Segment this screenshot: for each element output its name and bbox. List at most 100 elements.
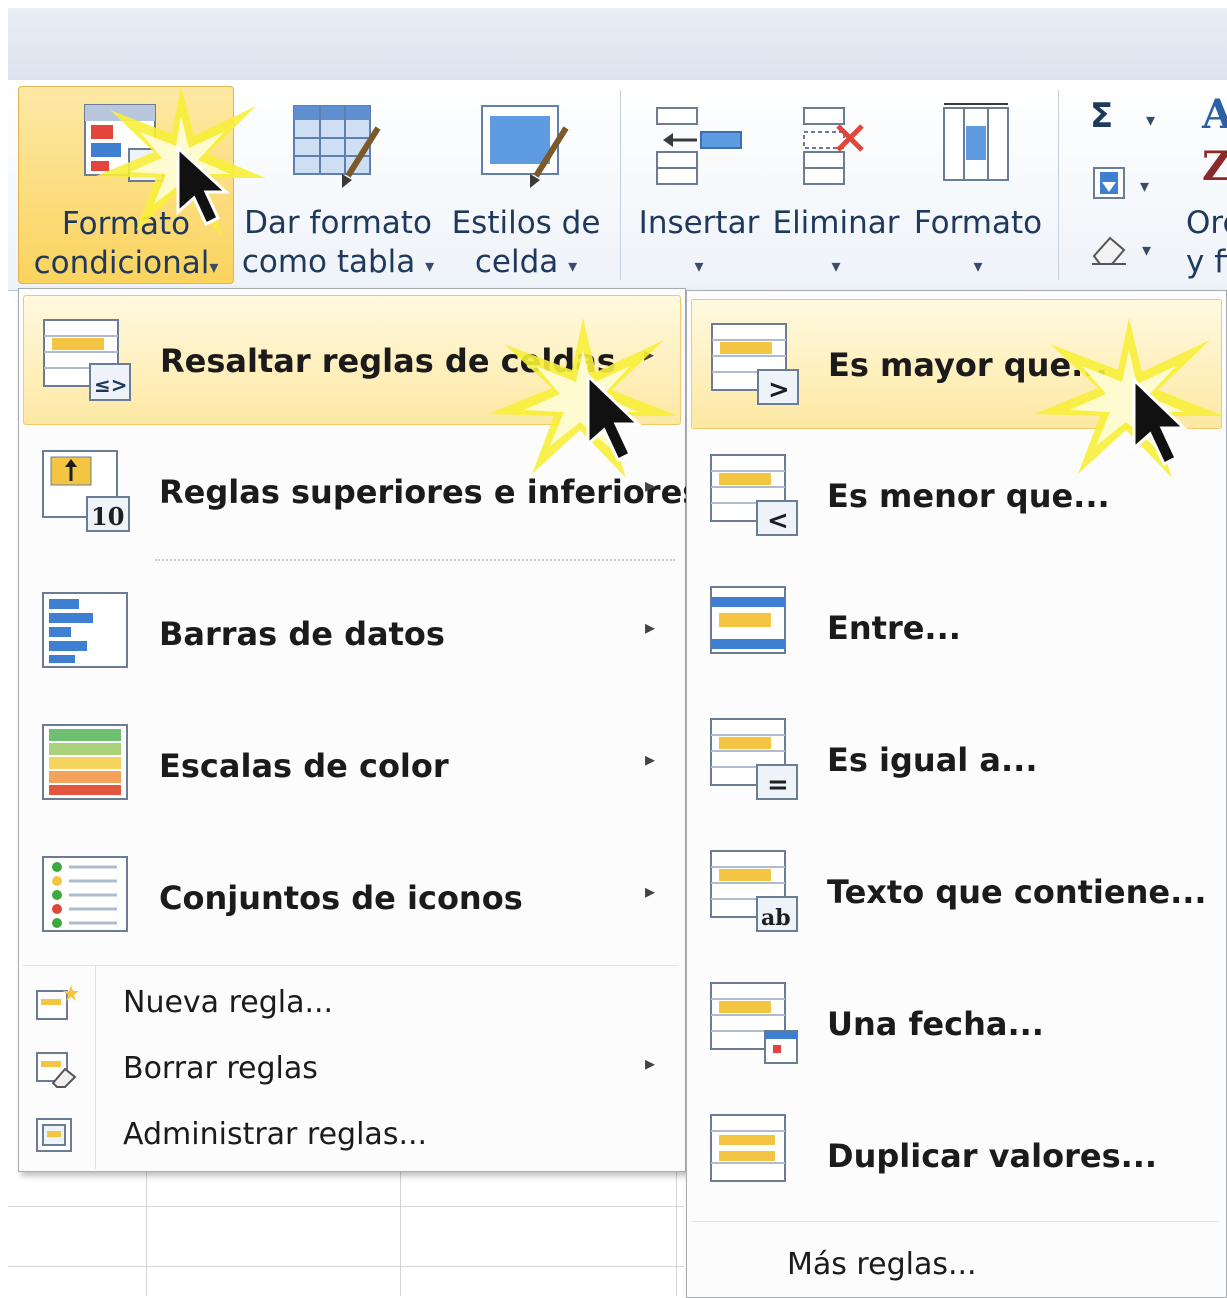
sort-filter-label-1: Orc	[1186, 205, 1227, 241]
chevron-down-icon: ▾	[831, 256, 841, 277]
sheet-gridline	[146, 1170, 147, 1296]
insert-cells-icon	[651, 100, 747, 200]
chevron-down-icon[interactable]: ▾	[1146, 110, 1155, 131]
insert-label: Insertar	[638, 205, 760, 241]
submenu-arrow-icon: ▸	[644, 1051, 655, 1075]
text-contains-icon: ab	[707, 847, 803, 945]
menu-item-data-bars[interactable]: Barras de datos ▸	[23, 569, 681, 697]
submenu-arrow-icon: ▸	[644, 615, 655, 639]
conditional-format-label-2: condicional	[33, 245, 210, 281]
submenu-item-equal-to[interactable]: = Es igual a...	[691, 695, 1222, 823]
equal-to-icon-badge: =	[767, 770, 789, 800]
clear-eraser-icon[interactable]	[1090, 232, 1130, 270]
icon-sets-icon	[39, 853, 135, 951]
text-contains-icon-badge: ab	[761, 905, 791, 931]
menu-separator	[23, 965, 679, 966]
submenu-item-label: Más reglas...	[787, 1247, 977, 1282]
top-bottom-rules-icon: 10	[39, 447, 135, 545]
greater-than-icon-badge: >	[768, 375, 790, 405]
color-scales-icon	[39, 721, 135, 819]
sort-az-icon[interactable]: AZ	[1198, 88, 1227, 192]
date-calendar-icon	[707, 979, 803, 1077]
autosum-icon[interactable]: Σ	[1090, 96, 1113, 136]
cell-styles-label-2: celda	[474, 244, 559, 280]
svg-text:Z: Z	[1202, 143, 1227, 188]
sheet-gridline	[676, 1170, 677, 1296]
duplicate-values-icon	[707, 1111, 803, 1209]
highlight-cells-rules-icon-badge: ≤>	[94, 373, 128, 397]
submenu-item-more-rules[interactable]: Más reglas...	[691, 1235, 1222, 1295]
less-than-icon: <	[707, 451, 803, 549]
data-bars-icon	[39, 589, 135, 687]
chevron-down-icon[interactable]: ▾	[1140, 176, 1149, 197]
menu-item-label: Barras de datos	[159, 615, 445, 653]
format-as-table-label-2: como tabla	[241, 244, 416, 280]
ribbon-separator	[1058, 90, 1059, 280]
top-bottom-rules-icon-badge: 10	[91, 502, 124, 531]
new-rule-icon	[35, 983, 79, 1031]
clear-rules-icon	[35, 1049, 79, 1097]
menu-item-label: Nueva regla...	[123, 985, 334, 1020]
submenu-item-label: Es igual a...	[827, 741, 1038, 779]
highlight-cells-rules-icon: ≤>	[40, 316, 136, 414]
cell-styles-button[interactable]: Estilos de celda ▾	[444, 86, 608, 282]
cell-styles-label-1: Estilos de	[451, 205, 601, 241]
menu-item-label: Borrar reglas	[123, 1051, 318, 1086]
menu-item-label: Administrar reglas...	[123, 1117, 428, 1152]
submenu-item-text-contains[interactable]: ab Texto que contiene...	[691, 827, 1222, 955]
svg-text:A: A	[1201, 91, 1227, 138]
ribbon-separator	[620, 90, 621, 280]
submenu-item-between[interactable]: Entre...	[691, 563, 1222, 691]
sheet-gridline	[400, 1170, 401, 1296]
menu-item-icon-sets[interactable]: Conjuntos de iconos ▸	[23, 833, 681, 961]
menu-item-clear-rules[interactable]: Borrar reglas ▸	[23, 1039, 681, 1099]
insert-button[interactable]: Insertar ▾	[634, 86, 764, 282]
fill-icon[interactable]	[1092, 166, 1128, 206]
click-burst-icon	[1034, 318, 1224, 482]
sort-filter-label[interactable]: Orc y fil	[1186, 204, 1227, 282]
submenu-arrow-icon: ▸	[644, 747, 655, 771]
submenu-item-label: Duplicar valores...	[827, 1137, 1158, 1175]
chevron-down-icon: ▾	[425, 256, 435, 277]
menu-item-manage-rules[interactable]: Administrar reglas...	[23, 1105, 681, 1165]
format-as-table-icon	[290, 100, 386, 200]
sort-filter-label-2: y fil	[1186, 244, 1227, 280]
click-burst-icon	[488, 318, 678, 482]
click-burst-icon	[96, 86, 266, 240]
greater-than-icon: >	[708, 320, 804, 418]
chevron-down-icon: ▾	[973, 256, 983, 277]
format-cells-icon	[930, 100, 1026, 200]
submenu-item-label: Una fecha...	[827, 1005, 1044, 1043]
submenu-item-label: Texto que contiene...	[827, 873, 1207, 911]
chevron-down-icon: ▾	[694, 256, 704, 277]
chevron-down-icon: ▾	[209, 257, 219, 278]
delete-cells-icon	[788, 100, 884, 200]
cell-styles-icon	[478, 100, 574, 200]
submenu-item-label: Es menor que...	[827, 477, 1110, 515]
submenu-arrow-icon: ▸	[644, 879, 655, 903]
menu-separator	[691, 1221, 1219, 1222]
format-as-table-button[interactable]: Dar formato como tabla ▾	[240, 86, 436, 282]
sheet-gridline	[8, 1266, 684, 1267]
chevron-down-icon[interactable]: ▾	[1142, 240, 1151, 261]
menu-item-label: Conjuntos de iconos	[159, 879, 523, 917]
menu-item-label: Escalas de color	[159, 747, 449, 785]
equal-to-icon: =	[707, 715, 803, 813]
chevron-down-icon: ▾	[568, 256, 578, 277]
menu-separator	[155, 559, 675, 561]
less-than-icon-badge: <	[767, 506, 789, 536]
format-button[interactable]: Formato ▾	[908, 86, 1048, 282]
format-as-table-label-1: Dar formato	[244, 205, 432, 241]
between-icon	[707, 583, 803, 681]
delete-button[interactable]: Eliminar ▾	[770, 86, 902, 282]
submenu-item-label: Entre...	[827, 609, 961, 647]
submenu-item-a-date[interactable]: Una fecha...	[691, 959, 1222, 1087]
menu-item-color-scales[interactable]: Escalas de color ▸	[23, 701, 681, 829]
sheet-gridline	[8, 1206, 684, 1207]
menu-item-new-rule[interactable]: Nueva regla...	[23, 973, 681, 1033]
format-label: Formato	[913, 205, 1043, 241]
manage-rules-icon	[35, 1115, 79, 1163]
delete-label: Eliminar	[772, 205, 900, 241]
ribbon-title-strip	[8, 8, 1227, 81]
submenu-item-duplicate-values[interactable]: Duplicar valores...	[691, 1091, 1222, 1219]
